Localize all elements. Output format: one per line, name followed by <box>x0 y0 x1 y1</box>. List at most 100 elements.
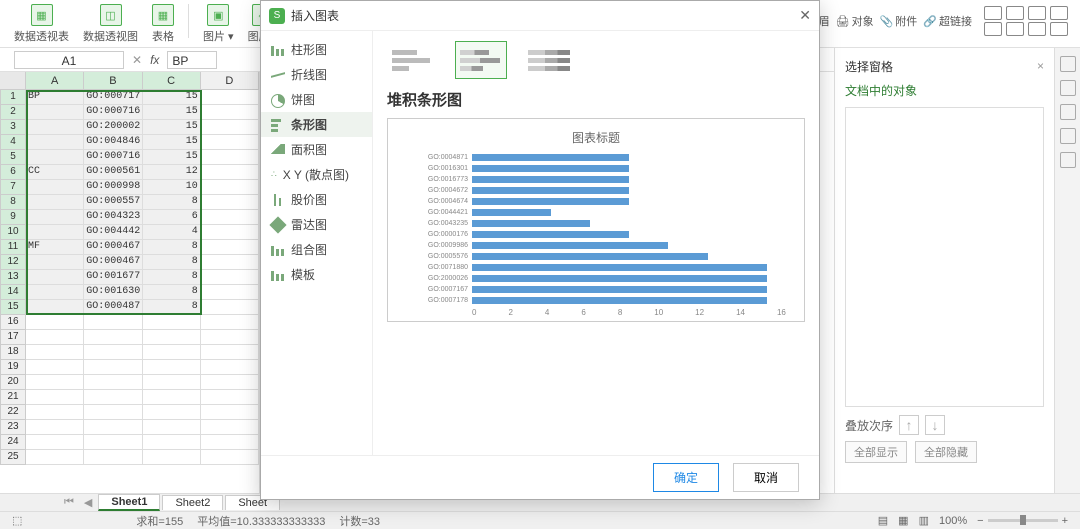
cell[interactable]: BP <box>26 90 84 105</box>
cell[interactable] <box>26 405 84 420</box>
cell[interactable]: GO:004846 <box>84 135 142 150</box>
panel-object-list[interactable] <box>845 107 1044 407</box>
cell[interactable] <box>26 135 84 150</box>
cell[interactable]: 8 <box>143 240 201 255</box>
cell[interactable] <box>201 435 259 450</box>
cell[interactable] <box>84 315 142 330</box>
ok-button[interactable]: 确定 <box>653 463 719 492</box>
cell[interactable]: 8 <box>143 255 201 270</box>
cell[interactable] <box>84 345 142 360</box>
row-header[interactable]: 9 <box>0 210 26 225</box>
category-饼图[interactable]: 饼图 <box>261 87 372 112</box>
cell[interactable]: CC <box>26 165 84 180</box>
cell[interactable] <box>201 360 259 375</box>
cell[interactable]: GO:000561 <box>84 165 142 180</box>
tab-nav-first[interactable]: ⏮ <box>60 496 78 509</box>
equation-icon[interactable] <box>984 22 1002 36</box>
cell[interactable] <box>26 180 84 195</box>
cell[interactable] <box>26 360 84 375</box>
show-all-button[interactable]: 全部显示 <box>845 441 907 463</box>
cell[interactable] <box>201 285 259 300</box>
cell[interactable] <box>201 450 259 465</box>
attachment-button[interactable]: 📎 附件 <box>880 13 918 29</box>
cell[interactable] <box>26 105 84 120</box>
row-header[interactable]: 8 <box>0 195 26 210</box>
subtype-clustered-bar[interactable] <box>387 41 439 79</box>
cell[interactable] <box>26 255 84 270</box>
row-header[interactable]: 17 <box>0 330 26 345</box>
chart-preview[interactable]: 图表标题 GO:0004871 GO:0016301 GO:0016773 GO… <box>387 118 805 322</box>
cell[interactable] <box>201 405 259 420</box>
row-header[interactable]: 24 <box>0 435 26 450</box>
cell[interactable] <box>26 375 84 390</box>
textbox-icon[interactable] <box>984 6 1002 20</box>
cell[interactable]: 15 <box>143 150 201 165</box>
cell[interactable]: 15 <box>143 105 201 120</box>
row-header[interactable]: 2 <box>0 105 26 120</box>
cell[interactable] <box>201 420 259 435</box>
strip-icon-2[interactable] <box>1060 80 1076 96</box>
pivot-chart-button[interactable]: ◫ 数据透视图 <box>79 4 142 44</box>
subtype-stacked-bar[interactable] <box>455 41 507 79</box>
cell[interactable] <box>201 240 259 255</box>
table-button[interactable]: ▦ 表格 <box>148 4 178 44</box>
cell[interactable] <box>201 135 259 150</box>
cell[interactable] <box>26 315 84 330</box>
cell[interactable]: 8 <box>143 270 201 285</box>
cell[interactable]: 15 <box>143 135 201 150</box>
cell[interactable]: GO:000716 <box>84 105 142 120</box>
category-组合图[interactable]: 组合图 <box>261 237 372 262</box>
cell[interactable] <box>84 330 142 345</box>
cell[interactable] <box>26 285 84 300</box>
category-X Y (散点图)[interactable]: ∴X Y (散点图) <box>261 162 372 187</box>
cell[interactable] <box>201 195 259 210</box>
formula-input[interactable]: BP <box>167 51 217 69</box>
category-条形图[interactable]: 条形图 <box>261 112 372 137</box>
row-header[interactable]: 5 <box>0 150 26 165</box>
cell[interactable] <box>201 180 259 195</box>
cell[interactable] <box>143 360 201 375</box>
dialog-close-icon[interactable]: ✕ <box>799 7 811 24</box>
cell[interactable]: 15 <box>143 120 201 135</box>
cancel-button[interactable]: 取消 <box>733 463 799 492</box>
panel-close-icon[interactable]: × <box>1037 59 1044 73</box>
cell[interactable]: GO:000557 <box>84 195 142 210</box>
hyperlink-button[interactable]: 🔗 超链接 <box>923 13 972 29</box>
sheet-tab-1[interactable]: Sheet1 <box>98 494 160 511</box>
zoom-slider[interactable]: − + <box>977 515 1068 527</box>
cell[interactable] <box>201 345 259 360</box>
tab-nav-prev[interactable]: ◀ <box>80 496 96 509</box>
row-header[interactable]: 3 <box>0 120 26 135</box>
cell[interactable]: GO:004323 <box>84 210 142 225</box>
row-header[interactable]: 13 <box>0 270 26 285</box>
signature-icon[interactable] <box>1050 6 1068 20</box>
cell[interactable] <box>143 390 201 405</box>
cell[interactable]: GO:004442 <box>84 225 142 240</box>
category-股价图[interactable]: 股价图 <box>261 187 372 212</box>
view-break-icon[interactable]: ▥ <box>919 514 929 527</box>
cell[interactable]: GO:001630 <box>84 285 142 300</box>
subtype-100-stacked-bar[interactable] <box>523 41 575 79</box>
cell[interactable] <box>26 345 84 360</box>
col-header-A[interactable]: A <box>26 72 84 89</box>
row-header[interactable]: 10 <box>0 225 26 240</box>
view-normal-icon[interactable]: ▤ <box>878 514 888 527</box>
cell[interactable] <box>84 375 142 390</box>
cell[interactable]: GO:200002 <box>84 120 142 135</box>
cell[interactable] <box>201 165 259 180</box>
spreadsheet-grid[interactable]: A B C D 1 BP GO:000717 15 2 GO:000716 15… <box>0 72 260 493</box>
row-header[interactable]: 19 <box>0 360 26 375</box>
slicer-icon[interactable] <box>1028 22 1046 36</box>
row-header[interactable]: 6 <box>0 165 26 180</box>
object-button[interactable]: 🖨 对象 <box>836 13 874 29</box>
cell[interactable] <box>26 450 84 465</box>
row-header[interactable]: 21 <box>0 390 26 405</box>
strip-icon-4[interactable] <box>1060 128 1076 144</box>
row-header[interactable]: 11 <box>0 240 26 255</box>
cell[interactable] <box>201 150 259 165</box>
cell[interactable]: GO:000467 <box>84 240 142 255</box>
row-header[interactable]: 4 <box>0 135 26 150</box>
sheet-tab-2[interactable]: Sheet2 <box>162 495 223 510</box>
cell[interactable] <box>84 390 142 405</box>
cell[interactable] <box>26 435 84 450</box>
